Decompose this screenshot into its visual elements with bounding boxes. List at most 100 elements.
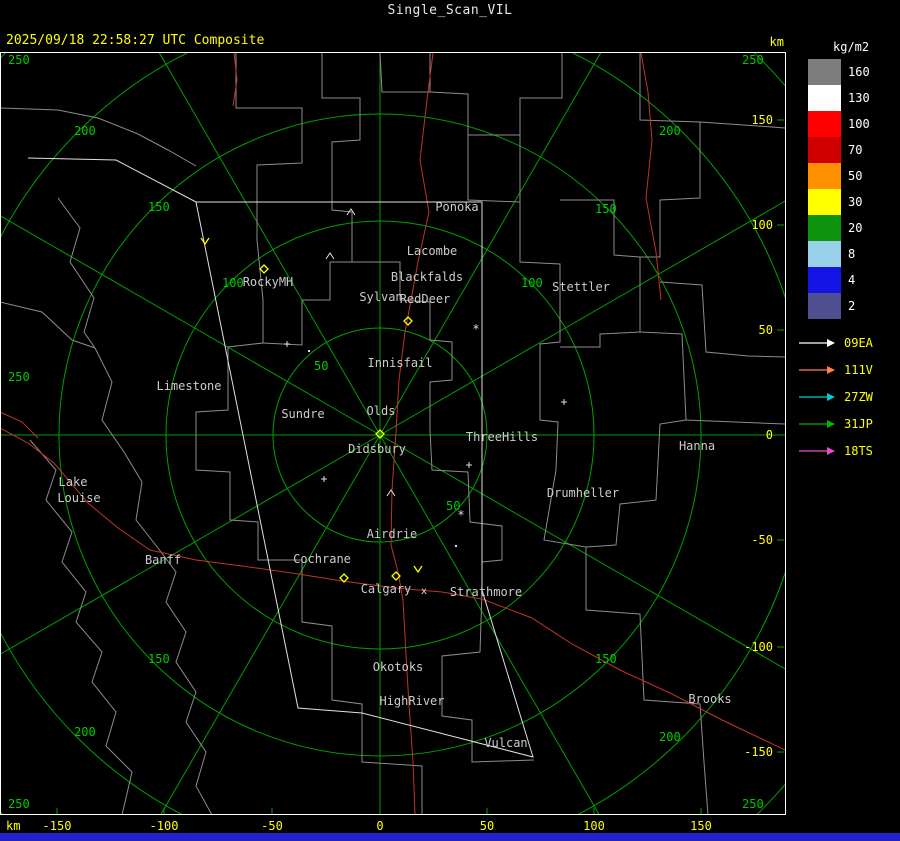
- legend-swatch: [808, 215, 841, 241]
- y-axis-tick-label: 50: [759, 323, 773, 337]
- range-label: 250: [8, 797, 30, 811]
- legend-row: 70: [786, 137, 900, 163]
- range-label: 50: [314, 359, 328, 373]
- color-scale: 160 130 100 70 50 30 20 8 4 2: [786, 59, 900, 319]
- city-label: Didsbury: [348, 442, 406, 456]
- range-label: 250: [8, 370, 30, 384]
- city-label: Banff: [145, 553, 181, 567]
- radar-arrow-icon: [799, 392, 835, 401]
- radar-application: { "window": { "title": "Single_Scan_VIL"…: [0, 0, 900, 841]
- radar-arrow-legend: 09EA 111V 27ZW 31JP 18TS: [786, 329, 900, 464]
- city-label: Drumheller: [547, 486, 619, 500]
- radar-id-label: 31JP: [844, 416, 873, 431]
- legend-swatch: [808, 293, 841, 319]
- radar-arrow-row: 18TS: [786, 437, 900, 464]
- legend-row: 160: [786, 59, 900, 85]
- x-axis-tick-label: -150: [43, 819, 72, 833]
- city-label: Brooks: [688, 692, 731, 706]
- city-label: Sundre: [281, 407, 324, 421]
- city-label: Ponoka: [435, 200, 478, 214]
- range-label: 150: [595, 202, 617, 216]
- legend-row: 100: [786, 111, 900, 137]
- legend-value: 20: [848, 221, 863, 235]
- radar-arrow-icon: [799, 338, 835, 347]
- city-label: Airdrie: [367, 527, 418, 541]
- range-label: 150: [595, 652, 617, 666]
- radar-arrow-icon: [799, 419, 835, 428]
- x-axis-tick-label: 100: [583, 819, 605, 833]
- x-axis-tick-label: -100: [150, 819, 179, 833]
- y-axis-tick-label: 0: [766, 428, 773, 442]
- radar-id-label: 111V: [844, 362, 873, 377]
- y-axis-tick-label: -150: [744, 745, 773, 759]
- legend-unit-label: kg/m2: [833, 40, 870, 54]
- range-label: 100: [222, 276, 244, 290]
- legend-value: 70: [848, 143, 863, 157]
- legend-panel: kg/m2 160 130 100 70 50 30 20 8 4 2 09EA 111V 27ZW 3…: [786, 40, 900, 464]
- legend-value: 160: [848, 65, 870, 79]
- city-label: RockyMH: [243, 275, 294, 289]
- city-label: Blackfalds: [391, 270, 463, 284]
- legend-value: 4: [848, 273, 856, 287]
- y-axis-tick-label: 150: [751, 113, 773, 127]
- town-marker: *: [457, 508, 464, 522]
- city-label: Cochrane: [293, 552, 351, 566]
- x-axis-tick-label: 50: [480, 819, 494, 833]
- city-label: Strathmore: [450, 585, 522, 599]
- range-label: 200: [74, 725, 96, 739]
- x-axis-tick-label: 150: [690, 819, 712, 833]
- legend-value: 50: [848, 169, 863, 183]
- city-label: HighRiver: [379, 694, 444, 708]
- range-label: 250: [742, 797, 764, 811]
- y-axis-unit-label: km: [770, 35, 784, 49]
- range-label: 250: [8, 53, 30, 67]
- legend-row: 130: [786, 85, 900, 111]
- city-label: Calgary: [361, 582, 412, 596]
- legend-value: 2: [848, 299, 856, 313]
- range-label: 200: [74, 124, 96, 138]
- legend-value: 30: [848, 195, 863, 209]
- city-label: Hanna: [679, 439, 715, 453]
- legend-row: 4: [786, 267, 900, 293]
- x-axis-tick-label: -50: [261, 819, 283, 833]
- legend-row: 2: [786, 293, 900, 319]
- radar-arrow-row: 31JP: [786, 410, 900, 437]
- city-label: Innisfail: [367, 356, 432, 370]
- radar-arrow-row: 27ZW: [786, 383, 900, 410]
- legend-swatch: [808, 163, 841, 189]
- y-axis-tick-label: -100: [744, 640, 773, 654]
- legend-row: 30: [786, 189, 900, 215]
- range-label: 250: [742, 53, 764, 67]
- radar-id-label: 09EA: [844, 335, 873, 350]
- x-axis-unit-label: km: [6, 819, 20, 833]
- city-label: Vulcan: [484, 736, 527, 750]
- radar-arrow-icon: [799, 446, 835, 455]
- city-label: Limestone: [156, 379, 221, 393]
- radar-map-canvas[interactable]: 250 200 150 100 100 150 200 250 250 50 50 150 200 250…: [0, 0, 786, 841]
- radar-id-label: 27ZW: [844, 389, 873, 404]
- town-marker: [455, 545, 457, 547]
- y-axis-tick-label: 100: [751, 218, 773, 232]
- city-label: ThreeHills: [466, 430, 538, 444]
- legend-row: 50: [786, 163, 900, 189]
- legend-value: 8: [848, 247, 856, 261]
- legend-swatch: [808, 137, 841, 163]
- legend-swatch: [808, 241, 841, 267]
- city-label: Sylvan: [359, 290, 402, 304]
- legend-value: 130: [848, 91, 870, 105]
- radar-arrow-row: 111V: [786, 356, 900, 383]
- city-label: Olds: [367, 404, 396, 418]
- town-marker: [308, 350, 310, 352]
- radar-id-label: 18TS: [844, 443, 873, 458]
- legend-swatch: [808, 267, 841, 293]
- radar-arrow-icon: [799, 365, 835, 374]
- range-label: 150: [148, 652, 170, 666]
- legend-swatch: [808, 59, 841, 85]
- x-axis-tick-label: 0: [376, 819, 383, 833]
- range-label: 200: [659, 124, 681, 138]
- bottom-status-bar: [0, 833, 900, 841]
- city-label: Okotoks: [373, 660, 424, 674]
- legend-swatch: [808, 189, 841, 215]
- city-label: Louise: [57, 491, 100, 505]
- legend-value: 100: [848, 117, 870, 131]
